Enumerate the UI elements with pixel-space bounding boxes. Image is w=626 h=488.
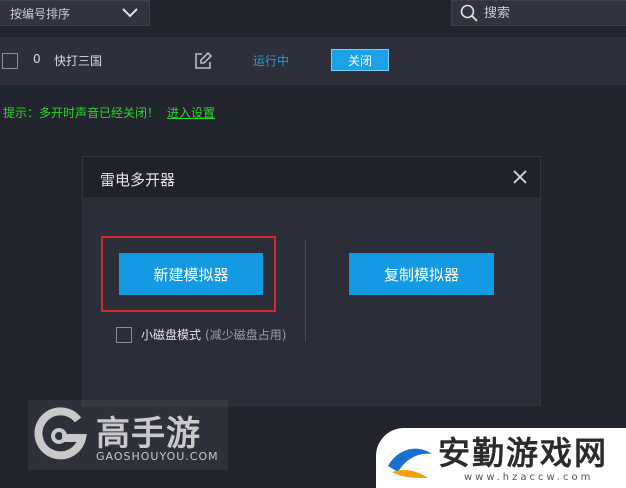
instance-index: 0	[33, 52, 41, 66]
small-disk-note: (减少磁盘占用)	[205, 328, 287, 342]
sort-dropdown-label: 按编号排序	[10, 6, 71, 21]
divider	[305, 240, 306, 342]
watermark-gaoshouyou: 高手游 GAOSHOUYOU.COM	[28, 400, 228, 470]
watermark-left-cn: 高手游	[96, 414, 201, 454]
close-icon[interactable]	[510, 167, 530, 187]
instance-name: 快打三国	[54, 54, 103, 68]
watermark-anqin: 安勤游戏网 www.hzaccw.com	[376, 428, 626, 488]
search-box[interactable]	[451, 0, 626, 26]
tip-message: 提示：多开时声音已经关闭！ 进入设置	[3, 104, 215, 121]
search-input[interactable]	[484, 5, 614, 21]
instance-row: 0 快打三国 运行中 关闭	[0, 37, 626, 85]
dialog-title: 雷电多开器	[100, 171, 176, 189]
small-disk-checkbox[interactable]	[116, 327, 132, 343]
edit-icon[interactable]	[193, 51, 213, 71]
multi-instance-dialog: 雷电多开器 新建模拟器 复制模拟器 小磁盘模式 (减少磁盘占用)	[82, 156, 541, 406]
new-emulator-button[interactable]: 新建模拟器	[119, 253, 263, 295]
watermark-right-cn: 安勤游戏网	[438, 434, 609, 472]
chevron-down-icon	[119, 2, 141, 24]
close-instance-button[interactable]: 关闭	[331, 49, 389, 71]
instance-checkbox[interactable]	[2, 53, 18, 69]
dialog-header: 雷电多开器	[83, 157, 540, 198]
small-disk-label: 小磁盘模式 (减少磁盘占用)	[141, 327, 291, 344]
tip-text: 提示：多开时声音已经关闭！	[3, 106, 160, 120]
anqin-logo-icon	[384, 432, 436, 484]
search-icon	[458, 2, 480, 24]
toolbar: 按编号排序	[0, 0, 626, 30]
copy-emulator-button[interactable]: 复制模拟器	[349, 253, 494, 295]
instance-status: 运行中	[253, 54, 290, 68]
small-disk-title: 小磁盘模式	[141, 328, 202, 342]
settings-link[interactable]: 进入设置	[167, 106, 215, 120]
gaoshouyou-logo-icon	[32, 406, 88, 462]
sort-dropdown[interactable]: 按编号排序	[0, 0, 150, 26]
watermark-right-en: www.hzaccw.com	[464, 472, 594, 483]
watermark-left-en: GAOSHOUYOU.COM	[96, 450, 219, 463]
